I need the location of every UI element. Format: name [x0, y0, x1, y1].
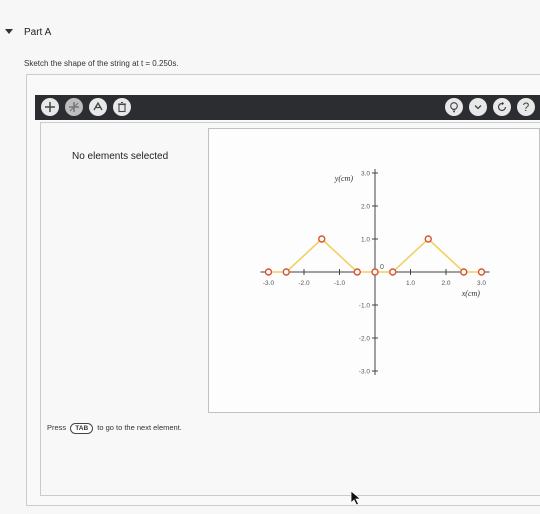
control-point[interactable]	[318, 235, 326, 243]
control-point[interactable]	[371, 268, 379, 276]
control-point[interactable]	[353, 268, 361, 276]
drawing-toolbar: ?	[35, 95, 540, 120]
control-point[interactable]	[460, 268, 468, 276]
y-tick-label: 3.0	[361, 171, 370, 178]
plus-icon	[45, 102, 55, 112]
y-tick-label: 2.0	[361, 204, 370, 211]
x-tick-label: 2.0	[441, 280, 450, 287]
mouse-cursor-icon	[350, 490, 362, 506]
reset-icon	[497, 101, 507, 112]
add-point-button[interactable]	[41, 98, 59, 116]
label-tool-button[interactable]	[89, 98, 107, 116]
trash-icon	[118, 101, 126, 113]
y-tick-label: 1.0	[361, 237, 370, 244]
keyboard-hint: Press TAB to go to the next element.	[47, 423, 182, 434]
selection-status: No elements selected	[72, 151, 169, 162]
y-axis-label: y(cm)	[334, 174, 354, 183]
trash-button[interactable]	[113, 98, 131, 116]
help-button[interactable]: ?	[517, 98, 535, 116]
string-shape-chart[interactable]: -3.0 -2.0 -1.0 1.0 2.0 3.0 3.0 2.0 1.0 -1.0 -2.0 -3…	[209, 129, 539, 412]
delete-point-button[interactable]	[65, 98, 83, 116]
hint-text-before: Press	[47, 423, 67, 432]
y-tick-label: -1.0	[359, 303, 371, 310]
reset-button[interactable]	[493, 98, 511, 116]
y-tick-label: -3.0	[359, 369, 371, 376]
x-tick-label: -2.0	[298, 280, 310, 287]
x-tick-label: 1.0	[406, 280, 415, 287]
hint-text-after: to go to the next element.	[97, 423, 182, 432]
x-tick-label: -1.0	[334, 280, 346, 287]
collapse-caret-icon[interactable]	[5, 29, 13, 34]
control-point[interactable]	[424, 235, 432, 243]
control-point[interactable]	[389, 268, 397, 276]
chevron-down-icon	[474, 105, 482, 110]
x-axis-label: x(cm)	[461, 289, 481, 298]
control-point[interactable]	[477, 268, 486, 276]
hint-button[interactable]	[445, 98, 463, 116]
y-tick-label: -2.0	[359, 336, 371, 343]
tab-key-badge: TAB	[70, 423, 94, 434]
label-icon	[93, 101, 103, 111]
question-prompt: Sketch the shape of the string at t = 0.…	[24, 59, 179, 68]
options-dropdown-button[interactable]	[469, 98, 487, 116]
x-tick-label: -3.0	[263, 280, 275, 287]
part-header[interactable]: Part A	[0, 0, 540, 48]
control-point[interactable]	[282, 268, 290, 276]
lightbulb-icon	[450, 102, 458, 113]
origin-label: 0	[380, 264, 384, 271]
part-title: Part A	[24, 27, 52, 38]
control-point[interactable]	[264, 268, 273, 276]
x-tick-label: 3.0	[477, 280, 486, 287]
plus-slash-icon	[69, 102, 79, 112]
graph-canvas[interactable]: -3.0 -2.0 -1.0 1.0 2.0 3.0 3.0 2.0 1.0 -1.0 -2.0 -3…	[208, 128, 540, 413]
